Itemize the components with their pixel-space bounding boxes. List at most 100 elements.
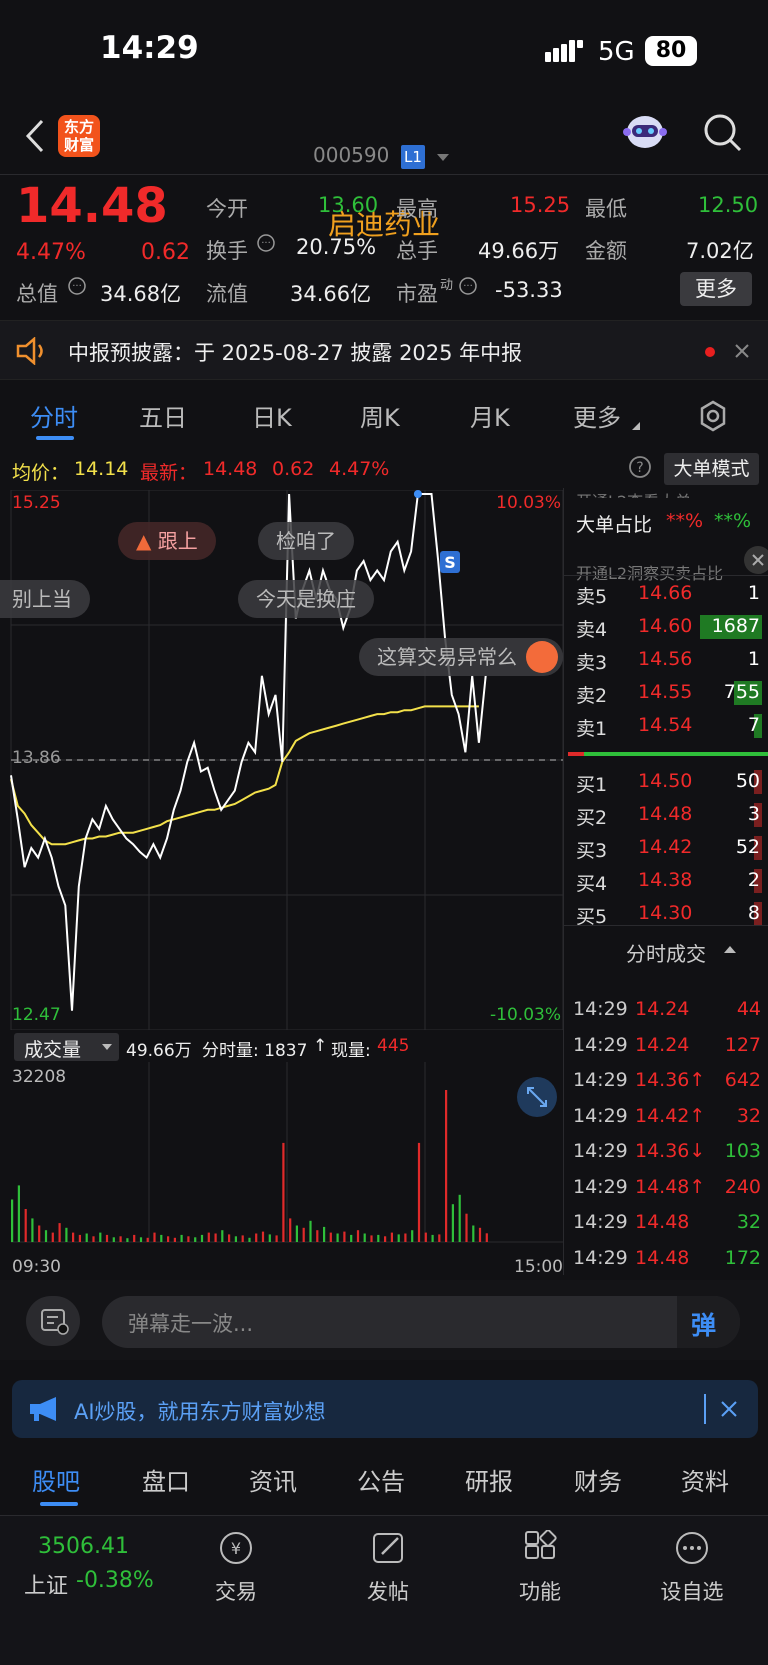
fullscreen-icon[interactable] bbox=[517, 1077, 557, 1117]
close-icon[interactable] bbox=[720, 1400, 738, 1418]
bid-label: 买2 bbox=[576, 807, 608, 829]
bid-row[interactable]: 买4 14.38 2 bbox=[576, 865, 766, 898]
tab-intraday[interactable]: 分时 bbox=[30, 398, 78, 433]
volume-bar bbox=[309, 1220, 312, 1242]
more-button[interactable]: 更多 bbox=[680, 272, 752, 306]
back-icon[interactable] bbox=[24, 118, 46, 154]
ask-label: 卖3 bbox=[576, 652, 608, 674]
nav-functions[interactable]: 功能 bbox=[480, 1529, 600, 1606]
robot-icon[interactable] bbox=[622, 110, 668, 154]
danmu-bubble[interactable]: ▲ 跟上 bbox=[118, 522, 216, 560]
tab-finance[interactable]: 财务 bbox=[574, 1462, 622, 1497]
tab-5day[interactable]: 五日 bbox=[139, 398, 187, 433]
high-value: 15.25 bbox=[510, 193, 571, 217]
svg-text:···: ··· bbox=[261, 238, 271, 249]
tab-pankou[interactable]: 盘口 bbox=[142, 1462, 190, 1497]
x-end-label: 15:00 bbox=[514, 1257, 563, 1277]
level-badge[interactable]: L1 bbox=[401, 145, 425, 169]
megaphone-icon bbox=[30, 1397, 56, 1421]
intraday-price-chart[interactable]: 15.25 12.47 13.86 10.03% -10.03% S bbox=[0, 490, 565, 1030]
danmu-bubble[interactable]: 今天是换庄 bbox=[238, 580, 374, 618]
tab-research[interactable]: 研报 bbox=[465, 1462, 513, 1497]
volume-bar bbox=[472, 1225, 475, 1242]
index-widget[interactable]: 3506.41 上证 -0.38% bbox=[12, 1516, 162, 1616]
nav-watchlist[interactable]: 设自选 bbox=[632, 1530, 752, 1606]
volume-bar bbox=[24, 1209, 27, 1242]
volume-bar bbox=[119, 1236, 122, 1242]
notice-bar[interactable]: 中报预披露：于 2025-08-27 披露 2025 年中报 bbox=[0, 320, 768, 380]
big-order-mode-button[interactable]: 大单模式 bbox=[664, 453, 759, 485]
order-book: 卖5 14.66 1 卖4 14.60 1687 卖3 14.56 1 卖2 14.55 755 卖1 1… bbox=[563, 575, 768, 928]
bid-row[interactable]: 买1 14.50 50 bbox=[576, 766, 766, 799]
nav-post[interactable]: 发帖 bbox=[328, 1530, 448, 1606]
trade-price: 14.36↑ bbox=[635, 1069, 706, 1091]
help-icon[interactable]: ? bbox=[628, 455, 652, 479]
ask-price: 14.55 bbox=[638, 681, 693, 703]
volume-bar bbox=[424, 1232, 427, 1242]
volume-selector[interactable]: 成交量 bbox=[14, 1033, 119, 1061]
ask-row[interactable]: 卖1 14.54 7 bbox=[576, 710, 766, 743]
dropdown-icon[interactable] bbox=[437, 154, 449, 162]
tab-profile[interactable]: 资料 bbox=[681, 1462, 729, 1497]
tab-guba[interactable]: 股吧 bbox=[32, 1462, 80, 1497]
collapse-icon[interactable] bbox=[724, 946, 736, 954]
avg-label: 均价： bbox=[12, 462, 70, 484]
rocket-icon: ▲ bbox=[136, 529, 158, 553]
tab-announcement[interactable]: 公告 bbox=[357, 1462, 405, 1497]
settings-icon[interactable] bbox=[697, 400, 729, 432]
bid-row[interactable]: 买3 14.42 52 bbox=[576, 832, 766, 865]
svg-text:···: ··· bbox=[463, 281, 473, 292]
volume-bar bbox=[431, 1234, 434, 1242]
ask-row[interactable]: 卖5 14.66 1 bbox=[576, 578, 766, 611]
sell-marker[interactable]: S bbox=[440, 551, 460, 573]
ask-vol: 755 bbox=[723, 681, 760, 703]
tab-monthly[interactable]: 月K bbox=[470, 398, 510, 433]
volume-bar bbox=[38, 1225, 41, 1242]
nav-trade[interactable]: ¥ 交易 bbox=[176, 1530, 296, 1606]
ai-banner[interactable]: AI炒股，就用东方财富妙想 bbox=[12, 1380, 758, 1438]
info-icon[interactable]: ··· bbox=[256, 233, 276, 253]
close-promo-button[interactable] bbox=[744, 546, 768, 574]
close-icon bbox=[752, 554, 764, 566]
nav-post-label: 发帖 bbox=[367, 1580, 409, 1604]
tab-news[interactable]: 资讯 bbox=[249, 1462, 297, 1497]
chg-value: 0.62 bbox=[272, 458, 315, 480]
ask-row[interactable]: 卖3 14.56 1 bbox=[576, 644, 766, 677]
close-icon[interactable] bbox=[734, 343, 750, 359]
trade-row: 14:29 14.24 44 bbox=[573, 998, 765, 1028]
ask-row[interactable]: 卖4 14.60 1687 bbox=[576, 611, 766, 644]
volume-max-label: 32208 bbox=[12, 1067, 66, 1087]
order-panel-header: 开通L2查看大单 大单占比 **% **% 开通L2洞察买卖占比 bbox=[563, 488, 768, 588]
danmu-send-button[interactable]: 弹 bbox=[677, 1296, 740, 1348]
volume-bar bbox=[153, 1232, 156, 1242]
danmu-settings-button[interactable] bbox=[26, 1296, 80, 1346]
danmu-input[interactable]: 弹幕走一波... 弹 bbox=[102, 1296, 740, 1348]
volume-bar bbox=[92, 1236, 95, 1242]
danmu-bubble[interactable]: 检咱了 bbox=[258, 522, 354, 560]
ask-row[interactable]: 卖2 14.55 755 bbox=[576, 677, 766, 710]
volume-chart[interactable]: 32208 09:30 15:00 bbox=[0, 1062, 565, 1277]
mktcap-label: 总值 bbox=[16, 282, 58, 306]
nav-watchlist-label: 设自选 bbox=[660, 1580, 724, 1604]
volume-bar bbox=[438, 1234, 441, 1242]
volume-bar bbox=[85, 1233, 88, 1242]
tab-weekly[interactable]: 周K bbox=[360, 398, 400, 433]
volume-bar bbox=[478, 1227, 482, 1242]
ask-vol: 7 bbox=[747, 714, 760, 736]
app-logo[interactable]: 东方 财富 bbox=[58, 115, 100, 157]
info-icon[interactable]: ··· bbox=[458, 276, 478, 296]
volume-bar bbox=[465, 1213, 468, 1242]
search-icon[interactable] bbox=[702, 112, 744, 154]
bid-row[interactable]: 买2 14.48 3 bbox=[576, 799, 766, 832]
ask-label: 卖5 bbox=[576, 586, 608, 608]
pct-top-label: 10.03% bbox=[496, 493, 561, 513]
danmu-send-label: 弹 bbox=[691, 1311, 717, 1340]
bid-vol: 50 bbox=[735, 770, 760, 792]
volume-bar bbox=[323, 1226, 326, 1242]
danmu-bubble[interactable]: 别上当 bbox=[0, 580, 90, 618]
tab-more[interactable]: 更多 bbox=[573, 398, 621, 433]
stock-code: 000590 bbox=[313, 143, 390, 167]
low-label: 最低 bbox=[585, 197, 627, 221]
info-icon[interactable]: ··· bbox=[67, 276, 87, 296]
tab-daily[interactable]: 日K bbox=[252, 398, 292, 433]
